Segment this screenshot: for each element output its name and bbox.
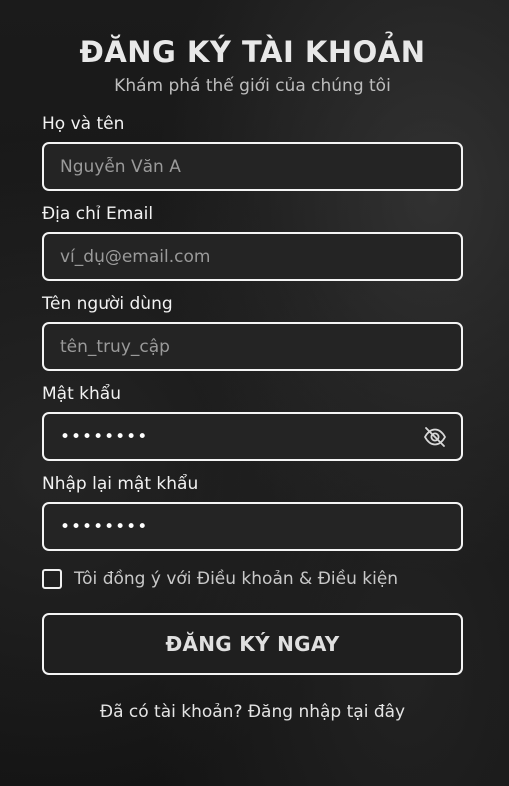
password-input[interactable] (44, 414, 461, 459)
username-field-wrapper (42, 322, 463, 371)
eye-off-icon[interactable] (423, 426, 447, 448)
confirm-password-label: Nhập lại mật khẩu (42, 474, 199, 494)
fullname-field-wrapper (42, 142, 463, 191)
login-link[interactable]: Đã có tài khoản? Đăng nhập tại đây (42, 702, 463, 722)
page-title: ĐĂNG KÝ TÀI KHOẢN (79, 35, 426, 69)
page-subtitle: Khám phá thế giới của chúng tôi (114, 76, 391, 96)
fullname-input[interactable] (44, 144, 461, 189)
email-field-wrapper (42, 232, 463, 281)
email-label: Địa chỉ Email (42, 204, 154, 224)
signup-card: ĐĂNG KÝ TÀI KHOẢN Khám phá thế giới của … (42, 30, 463, 722)
username-label: Tên người dùng (42, 294, 173, 314)
terms-agreement: Tôi đồng ý với Điều khoản & Điều kiện (42, 569, 463, 589)
terms-label[interactable]: Tôi đồng ý với Điều khoản & Điều kiện (74, 569, 398, 589)
register-button[interactable]: ĐĂNG KÝ NGAY (42, 613, 463, 675)
username-input[interactable] (44, 324, 461, 369)
password-label: Mật khẩu (42, 384, 121, 404)
fullname-label: Họ và tên (42, 114, 125, 134)
email-input[interactable] (44, 234, 461, 279)
terms-checkbox[interactable] (42, 569, 62, 589)
confirm-password-input[interactable] (44, 504, 461, 549)
confirm-password-field-wrapper (42, 502, 463, 551)
password-field-wrapper (42, 412, 463, 461)
